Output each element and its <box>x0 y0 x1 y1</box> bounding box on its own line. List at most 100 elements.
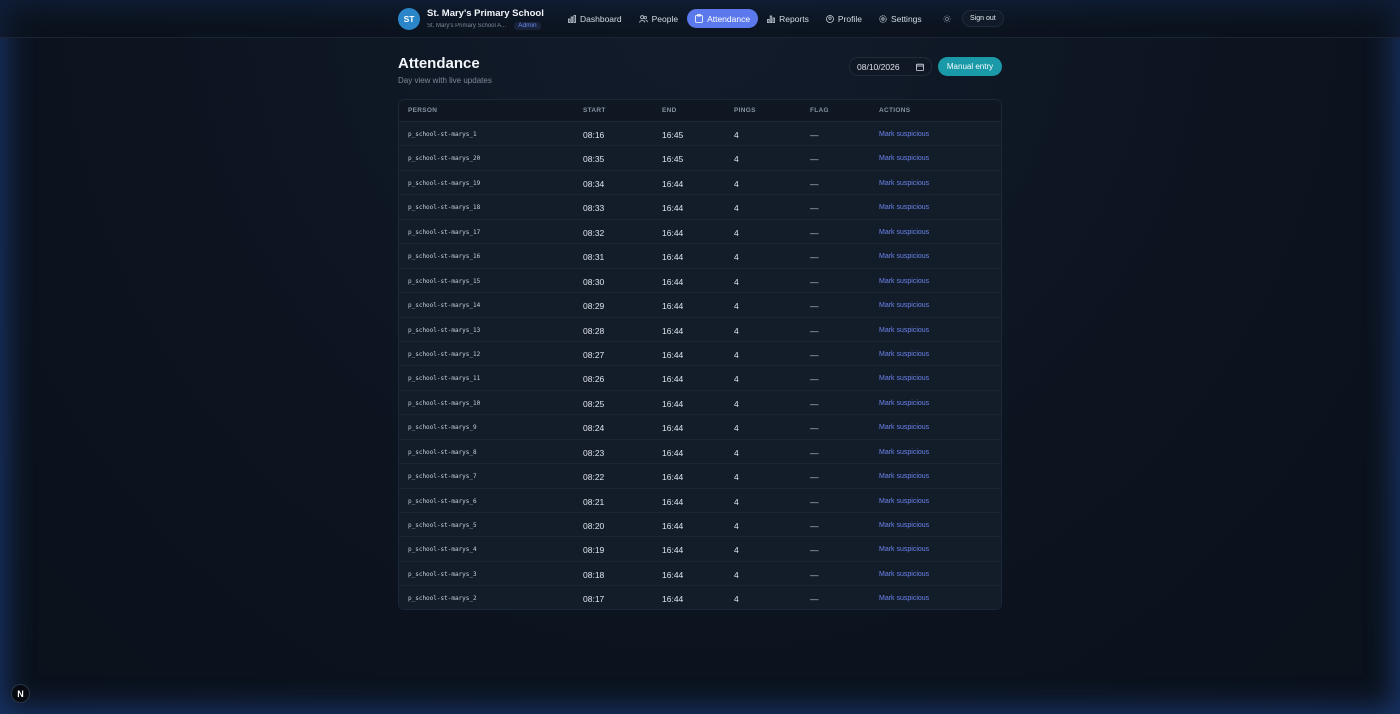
person-cell: p_school-st-marys_2 <box>408 595 477 603</box>
end-time-cell: 16:44 <box>662 398 684 409</box>
end-time-cell: 16:44 <box>662 496 684 507</box>
start-time-cell: 08:28 <box>583 325 605 336</box>
date-picker-input[interactable]: 08/10/2026 <box>849 57 932 76</box>
person-cell: p_school-st-marys_19 <box>408 179 481 187</box>
mark-suspicious-link[interactable]: Mark suspicious <box>879 522 929 529</box>
nav-item-reports[interactable]: Reports <box>759 9 817 28</box>
pings-cell: 4 <box>734 545 739 556</box>
flag-cell: — <box>810 447 819 458</box>
end-time-cell: 16:44 <box>662 594 684 605</box>
start-time-cell: 08:35 <box>583 154 605 165</box>
bar-chart-icon <box>767 15 775 23</box>
calendar-icon[interactable] <box>916 63 924 73</box>
start-time-cell: 08:32 <box>583 227 605 238</box>
mark-suspicious-link[interactable]: Mark suspicious <box>879 229 929 236</box>
pings-cell: 4 <box>734 374 739 385</box>
flag-cell: — <box>810 545 819 556</box>
person-cell: p_school-st-marys_18 <box>408 204 481 212</box>
person-cell: p_school-st-marys_8 <box>408 448 477 456</box>
person-cell: p_school-st-marys_6 <box>408 497 477 505</box>
start-time-cell: 08:17 <box>583 594 605 605</box>
column-header-actions: ACTIONS <box>879 107 911 114</box>
mark-suspicious-link[interactable]: Mark suspicious <box>879 424 929 431</box>
start-time-cell: 08:18 <box>583 569 605 580</box>
mark-suspicious-link[interactable]: Mark suspicious <box>879 375 929 382</box>
flag-cell: — <box>810 325 819 336</box>
mark-suspicious-link[interactable]: Mark suspicious <box>879 253 929 260</box>
mark-suspicious-link[interactable]: Mark suspicious <box>879 131 929 138</box>
brand-text: St. Mary's Primary School St. Mary's Pri… <box>427 8 544 30</box>
mark-suspicious-link[interactable]: Mark suspicious <box>879 302 929 309</box>
column-header-end: END <box>662 107 677 114</box>
mark-suspicious-link[interactable]: Mark suspicious <box>879 571 929 578</box>
nav-item-attendance[interactable]: Attendance <box>687 9 759 28</box>
table-row: p_school-st-marys_13 08:28 16:44 4 — Mark sus… <box>399 317 1001 342</box>
mark-suspicious-link[interactable]: Mark suspicious <box>879 449 929 456</box>
person-cell: p_school-st-marys_9 <box>408 424 477 432</box>
start-time-cell: 08:22 <box>583 472 605 483</box>
next-logo-icon[interactable]: N <box>11 684 30 703</box>
start-time-cell: 08:20 <box>583 521 605 531</box>
mark-suspicious-link[interactable]: Mark suspicious <box>879 595 929 602</box>
pings-cell: 4 <box>734 594 739 605</box>
flag-cell: — <box>810 203 819 214</box>
end-time-cell: 16:44 <box>662 178 684 189</box>
user-circle-icon <box>825 14 834 23</box>
end-time-cell: 16:44 <box>662 545 684 556</box>
mark-suspicious-link[interactable]: Mark suspicious <box>879 278 929 285</box>
pings-cell: 4 <box>734 276 739 287</box>
nav-item-settings[interactable]: Settings <box>871 9 930 28</box>
main-nav: Dashboard People Attendance Reports Prof… <box>560 9 931 28</box>
brand[interactable]: ST St. Mary's Primary School St. Mary's … <box>398 8 544 30</box>
mark-suspicious-link[interactable]: Mark suspicious <box>879 498 929 505</box>
mark-suspicious-link[interactable]: Mark suspicious <box>879 327 929 334</box>
school-subtitle: St. Mary's Primary School A... <box>427 22 507 29</box>
mark-suspicious-link[interactable]: Mark suspicious <box>879 204 929 211</box>
theme-toggle-button[interactable] <box>941 13 952 24</box>
table-row: p_school-st-marys_12 08:27 16:44 4 — Mark sus… <box>399 341 1001 367</box>
person-cell: p_school-st-marys_13 <box>408 326 481 334</box>
table-row: p_school-st-marys_16 08:31 16:44 4 — Mark sus… <box>399 244 1001 269</box>
end-time-cell: 16:44 <box>662 569 684 580</box>
start-time-cell: 08:31 <box>583 252 605 263</box>
nav-item-people[interactable]: People <box>631 9 686 28</box>
gear-icon <box>879 14 887 23</box>
nav-item-dashboard[interactable]: Dashboard <box>560 9 630 28</box>
pings-cell: 4 <box>734 154 739 165</box>
person-cell: p_school-st-marys_4 <box>408 546 477 554</box>
mark-suspicious-link[interactable]: Mark suspicious <box>879 180 929 187</box>
nav-label-settings: Settings <box>890 13 922 24</box>
pings-cell: 4 <box>734 203 739 214</box>
people-icon <box>638 14 648 23</box>
table-row: p_school-st-marys_18 08:33 16:44 4 — Mark sus… <box>399 195 1001 220</box>
start-time-cell: 08:16 <box>583 130 605 140</box>
manual-entry-button[interactable]: Manual entry <box>938 57 1002 76</box>
person-cell: p_school-st-marys_1 <box>408 131 477 138</box>
nav-label-dashboard: Dashboard <box>580 13 622 24</box>
mark-suspicious-link[interactable]: Mark suspicious <box>879 155 929 162</box>
table-header: PERSON START END PINGS FLAG ACTIONS <box>399 100 1001 122</box>
table-row: p_school-st-marys_20 08:35 16:45 4 — Mark sus… <box>399 146 1001 171</box>
table-body: p_school-st-marys_1 08:16 16:45 4 — Mark susp… <box>399 122 1001 609</box>
flag-cell: — <box>810 423 819 434</box>
mark-suspicious-link[interactable]: Mark suspicious <box>879 473 929 480</box>
end-time-cell: 16:44 <box>662 472 684 483</box>
flag-cell: — <box>810 227 819 238</box>
table-row: p_school-st-marys_7 08:22 16:44 4 — Mark susp… <box>399 464 1001 489</box>
person-cell: p_school-st-marys_7 <box>408 473 477 481</box>
end-time-cell: 16:44 <box>662 374 684 385</box>
nav-item-profile[interactable]: Profile <box>818 9 870 28</box>
end-time-cell: 16:44 <box>662 203 684 214</box>
flag-cell: — <box>810 130 819 140</box>
table-row: p_school-st-marys_15 08:30 16:44 4 — Mark sus… <box>399 268 1001 294</box>
end-time-cell: 16:44 <box>662 325 684 336</box>
mark-suspicious-link[interactable]: Mark suspicious <box>879 546 929 553</box>
flag-cell: — <box>810 521 819 531</box>
sign-out-button[interactable]: Sign out <box>962 10 1004 27</box>
pings-cell: 4 <box>734 423 739 434</box>
table-row: p_school-st-marys_14 08:29 16:44 4 — Mark sus… <box>399 293 1001 318</box>
mark-suspicious-link[interactable]: Mark suspicious <box>879 351 929 358</box>
pings-cell: 4 <box>734 569 739 580</box>
mark-suspicious-link[interactable]: Mark suspicious <box>879 400 929 407</box>
table-row: p_school-st-marys_6 08:21 16:44 4 — Mark susp… <box>399 488 1001 513</box>
